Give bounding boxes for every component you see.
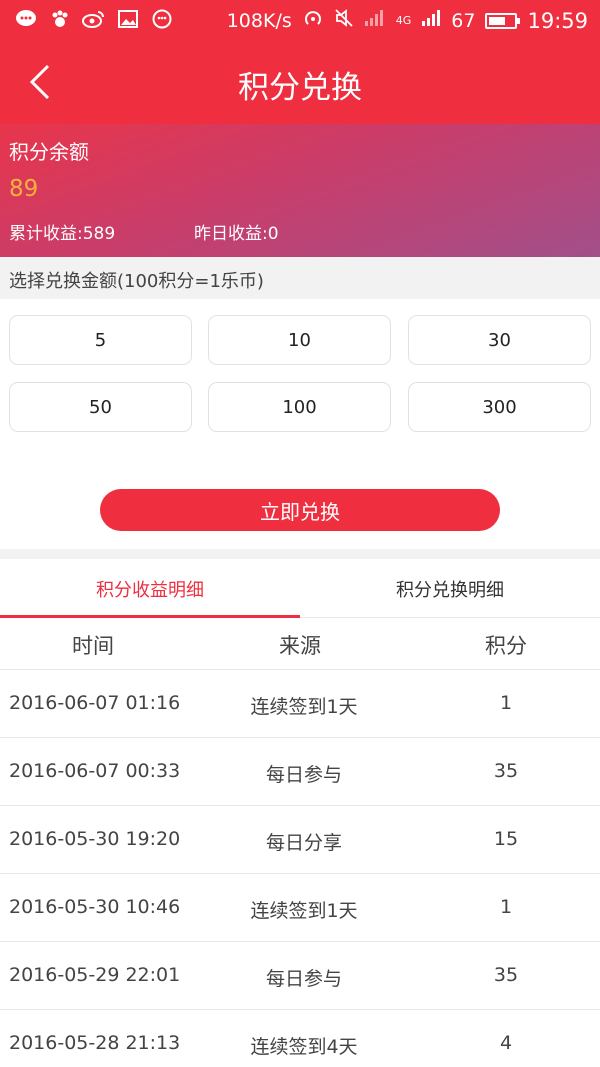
column-header-source: 来源	[279, 634, 321, 658]
amount-options: 5 10 30 50 100 300 立即兑换	[0, 299, 600, 549]
exchange-prompt-bar: 选择兑换金额(100积分=1乐币)	[0, 257, 600, 299]
network-type: 4G	[395, 14, 412, 27]
row-source: 连续签到1天	[250, 900, 358, 922]
balance-value: 89	[9, 176, 39, 202]
status-bar: 108K/s 4G 67 19:59	[0, 0, 600, 42]
emoji-icon	[150, 8, 174, 30]
balance-label: 积分余额	[9, 140, 89, 164]
table-row: 2016-06-07 00:33 每日参与 35	[0, 738, 600, 806]
row-points: 35	[493, 760, 519, 782]
row-source: 连续签到4天	[250, 1036, 358, 1058]
row-time: 2016-05-30 10:46	[9, 896, 181, 918]
notification-icons	[14, 8, 174, 30]
table-row: 2016-05-30 10:46 连续签到1天 1	[0, 874, 600, 942]
table-row: 2016-05-28 21:13 连续签到4天 4	[0, 1010, 600, 1067]
table-row: 2016-05-29 22:01 每日参与 35	[0, 942, 600, 1010]
balance-card: 积分余额 89 累计收益:589 昨日收益:0	[0, 124, 600, 257]
row-time: 2016-05-30 19:20	[9, 828, 181, 850]
row-points: 1	[499, 692, 513, 714]
exchange-prompt: 选择兑换金额(100积分=1乐币)	[9, 271, 264, 292]
column-header-time: 时间	[72, 634, 114, 658]
signal-4g-icon	[421, 9, 441, 32]
battery-level: 67	[451, 9, 476, 32]
chat-icon	[14, 8, 38, 30]
row-points: 4	[499, 1032, 513, 1054]
tab-exchange-detail[interactable]: 积分兑换明细	[300, 559, 600, 618]
clock: 19:59	[527, 8, 588, 33]
amount-option[interactable]: 5	[9, 315, 192, 365]
page-title: 积分兑换	[238, 70, 362, 106]
hotspot-icon	[302, 7, 324, 34]
row-points: 15	[493, 828, 519, 850]
amount-option[interactable]: 30	[408, 315, 591, 365]
amount-option[interactable]: 300	[408, 382, 591, 432]
row-source: 每日参与	[265, 764, 342, 786]
mute-icon	[334, 8, 354, 33]
network-speed: 108K/s	[226, 9, 292, 32]
image-icon	[116, 8, 140, 30]
weibo-icon	[82, 8, 106, 30]
column-header-points: 积分	[485, 634, 527, 658]
signal-icon	[364, 9, 386, 32]
detail-tabs: 积分收益明细 积分兑换明细	[0, 559, 600, 618]
section-divider	[0, 549, 600, 559]
amount-option[interactable]: 100	[208, 382, 391, 432]
row-time: 2016-06-07 00:33	[9, 760, 181, 782]
battery-icon	[485, 12, 521, 29]
table-row: 2016-05-30 19:20 每日分享 15	[0, 806, 600, 874]
table-row: 2016-06-07 01:16 连续签到1天 1	[0, 670, 600, 738]
total-earnings: 累计收益:589	[9, 224, 116, 244]
row-points: 35	[493, 964, 519, 986]
tab-earnings-detail[interactable]: 积分收益明细	[0, 559, 300, 618]
row-points: 1	[499, 896, 513, 918]
system-status: 108K/s 4G 67 19:59	[227, 7, 588, 34]
row-time: 2016-05-28 21:13	[9, 1032, 181, 1054]
paw-icon	[48, 8, 72, 30]
nav-bar: 积分兑换	[0, 42, 600, 124]
row-source: 每日参与	[265, 968, 342, 990]
amount-option[interactable]: 50	[9, 382, 192, 432]
amount-option[interactable]: 10	[208, 315, 391, 365]
yesterday-earnings: 昨日收益:0	[194, 224, 279, 244]
row-time: 2016-05-29 22:01	[9, 964, 181, 986]
row-source: 连续签到1天	[250, 696, 358, 718]
table-header: 时间 来源 积分	[0, 618, 600, 670]
row-time: 2016-06-07 01:16	[9, 692, 181, 714]
exchange-now-button[interactable]: 立即兑换	[100, 489, 500, 531]
row-source: 每日分享	[265, 832, 342, 854]
table-body: 2016-06-07 01:16 连续签到1天 1 2016-06-07 00:…	[0, 670, 600, 1067]
